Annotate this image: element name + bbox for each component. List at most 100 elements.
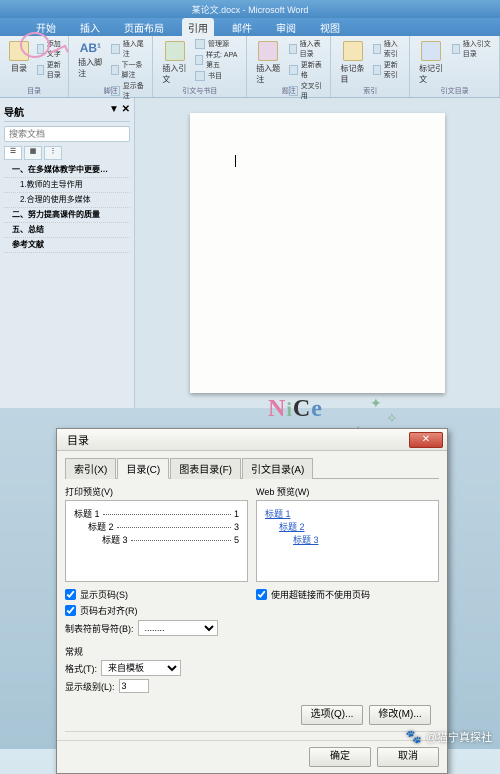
- insert-citation-button[interactable]: 插入引文: [158, 39, 191, 87]
- tab-home[interactable]: 开始: [30, 18, 62, 37]
- right-options: 使用超链接而不使用页码: [256, 588, 439, 639]
- tab-references[interactable]: 引用: [182, 18, 214, 37]
- format-dropdown[interactable]: 来自模板: [101, 660, 181, 676]
- levels-field: 显示级别(L):: [65, 679, 439, 693]
- navigation-pane: 导航 ▼ ✕ ☰ ▦ ⋮ 一、在多媒体教学中更要… 1.教师的主导作用 2.合理…: [0, 98, 135, 408]
- tab-toa[interactable]: 引文目录(A): [242, 458, 313, 479]
- text-cursor: [235, 155, 236, 167]
- tab-view[interactable]: 视图: [314, 18, 346, 37]
- toc-button[interactable]: 目录: [5, 39, 33, 80]
- nav-title: 导航 ▼ ✕: [4, 102, 130, 122]
- dialog-tabs: 索引(X) 目录(C) 图表目录(F) 引文目录(A): [65, 457, 439, 479]
- add-text-button[interactable]: 添加文字: [37, 39, 63, 59]
- tab-index[interactable]: 索引(X): [65, 458, 116, 479]
- tab-toc[interactable]: 目录(C): [117, 458, 169, 479]
- window-title: 某论文.docx - Microsoft Word: [192, 3, 309, 16]
- tab-review[interactable]: 审阅: [270, 18, 302, 37]
- levels-spinner[interactable]: [119, 679, 149, 693]
- ribbon-group-footnote: AB¹ 插入脚注 插入尾注 下一条脚注 显示备注 脚注: [69, 36, 153, 97]
- toc-dialog: 目录 ✕ 索引(X) 目录(C) 图表目录(F) 引文目录(A) 打印预览(V)…: [56, 428, 448, 774]
- leader-field: 制表符前导符(B): ........: [65, 620, 248, 636]
- group-label: 引文与书目: [153, 86, 246, 96]
- bibliography-button[interactable]: 书目: [195, 71, 241, 81]
- nav-item[interactable]: 2.合理的使用多媒体: [4, 193, 130, 208]
- next-footnote-button[interactable]: 下一条脚注: [111, 60, 148, 80]
- hyperlink-checkbox[interactable]: 使用超链接而不使用页码: [256, 588, 439, 601]
- index-icon: [343, 41, 363, 61]
- tab-tof[interactable]: 图表目录(F): [170, 458, 241, 479]
- leader-dropdown[interactable]: ........: [138, 620, 218, 636]
- web-preview: Web 预览(W) 标题 1 标题 2 标题 3: [256, 485, 439, 582]
- nav-item[interactable]: 参考文献: [4, 238, 130, 253]
- ribbon-group-citation: 插入引文 管理源 样式: APA 第五 书目 引文与书目: [153, 36, 247, 97]
- tab-insert[interactable]: 插入: [74, 18, 106, 37]
- group-label: 引文目录: [410, 86, 499, 96]
- show-page-checkbox[interactable]: 显示页码(S): [65, 588, 248, 601]
- dialog-sub-footer: 选项(Q)... 修改(M)...: [65, 699, 439, 732]
- right-align-checkbox[interactable]: 页码右对齐(R): [65, 604, 248, 617]
- citation-icon: [165, 41, 185, 61]
- document-area[interactable]: [135, 98, 500, 408]
- window-titlebar: 某论文.docx - Microsoft Word: [0, 0, 500, 18]
- mark-entry-button[interactable]: 标记条目: [336, 39, 368, 87]
- left-options: 显示页码(S) 页码右对齐(R) 制表符前导符(B): ........: [65, 588, 248, 639]
- insert-endnote-button[interactable]: 插入尾注: [111, 39, 148, 59]
- ribbon: 目录 添加文字 更新目录 目录 AB¹ 插入脚注 插入尾注 下一条脚注 显示备注…: [0, 36, 500, 98]
- nav-tab-results[interactable]: ⋮: [44, 146, 62, 160]
- print-preview-label: 打印预览(V): [65, 485, 248, 498]
- nav-item[interactable]: 二、努力提高课件的质量: [4, 208, 130, 223]
- preview-row: 打印预览(V) 标题 11 标题 23 标题 35 Web 预览(W) 标题 1…: [65, 485, 439, 582]
- search-input[interactable]: [4, 126, 130, 142]
- tab-layout[interactable]: 页面布局: [118, 18, 170, 37]
- web-link: 标题 3: [265, 533, 430, 546]
- nav-search: [4, 126, 130, 142]
- paw-icon: 🐾: [406, 729, 422, 745]
- ribbon-group-index: 标记条目 插入索引 更新索引 索引: [331, 36, 410, 97]
- group-label: 脚注: [69, 86, 152, 96]
- ribbon-group-authorities: 标记引文 插入引文目录 引文目录: [410, 36, 500, 97]
- nav-item[interactable]: 一、在多媒体教学中更要…: [4, 163, 130, 178]
- cancel-button[interactable]: 取消: [377, 747, 439, 767]
- ab-icon: AB¹: [80, 41, 101, 55]
- main-area: 导航 ▼ ✕ ☰ ▦ ⋮ 一、在多媒体教学中更要… 1.教师的主导作用 2.合理…: [0, 98, 500, 408]
- ribbon-group-caption: 插入题注 插入表目录 更新表格 交叉引用 题注: [247, 36, 331, 97]
- nav-item[interactable]: 五、总结: [4, 223, 130, 238]
- nav-tab-pages[interactable]: ▦: [24, 146, 42, 160]
- refresh-icon: [37, 65, 44, 75]
- options-button[interactable]: 选项(Q)...: [301, 705, 363, 725]
- web-preview-label: Web 预览(W): [256, 485, 439, 498]
- style-dropdown[interactable]: 样式: APA 第五: [195, 50, 241, 70]
- general-label: 常规: [65, 645, 439, 658]
- group-label: 目录: [0, 86, 68, 96]
- insert-toa-button[interactable]: 插入引文目录: [452, 39, 494, 59]
- modify-button[interactable]: 修改(M)...: [369, 705, 431, 725]
- format-field: 格式(T): 来自模板: [65, 660, 439, 676]
- print-preview-box: 标题 11 标题 23 标题 35: [65, 500, 248, 582]
- page[interactable]: [190, 113, 445, 393]
- tab-mail[interactable]: 邮件: [226, 18, 258, 37]
- update-index-button[interactable]: 更新索引: [373, 60, 404, 80]
- group-label: 题注: [247, 86, 330, 96]
- ok-button[interactable]: 确定: [309, 747, 371, 767]
- print-preview: 打印预览(V) 标题 11 标题 23 标题 35: [65, 485, 248, 582]
- web-link: 标题 2: [265, 520, 430, 533]
- nav-close-icon[interactable]: ▼ ✕: [109, 104, 130, 119]
- insert-index-button[interactable]: 插入索引: [373, 39, 404, 59]
- update-table-button[interactable]: 更新表格: [289, 60, 326, 80]
- close-button[interactable]: ✕: [409, 432, 443, 448]
- caption-icon: [258, 41, 278, 61]
- watermark: 🐾 @猫宁真探社: [406, 729, 492, 745]
- nav-item[interactable]: 1.教师的主导作用: [4, 178, 130, 193]
- manage-sources-button[interactable]: 管理源: [195, 39, 241, 49]
- toc-icon: [9, 41, 29, 61]
- update-toc-button[interactable]: 更新目录: [37, 60, 63, 80]
- insert-tof-button[interactable]: 插入表目录: [289, 39, 326, 59]
- plus-icon: [37, 44, 44, 54]
- dialog-titlebar[interactable]: 目录 ✕: [57, 429, 447, 451]
- web-preview-box: 标题 1 标题 2 标题 3: [256, 500, 439, 582]
- mark-citation-button[interactable]: 标记引文: [415, 39, 448, 87]
- ribbon-group-toc: 目录 添加文字 更新目录 目录: [0, 36, 69, 97]
- dialog-footer: 确定 取消: [57, 740, 447, 773]
- nav-tab-headings[interactable]: ☰: [4, 146, 22, 160]
- dialog-body: 索引(X) 目录(C) 图表目录(F) 引文目录(A) 打印预览(V) 标题 1…: [57, 451, 447, 740]
